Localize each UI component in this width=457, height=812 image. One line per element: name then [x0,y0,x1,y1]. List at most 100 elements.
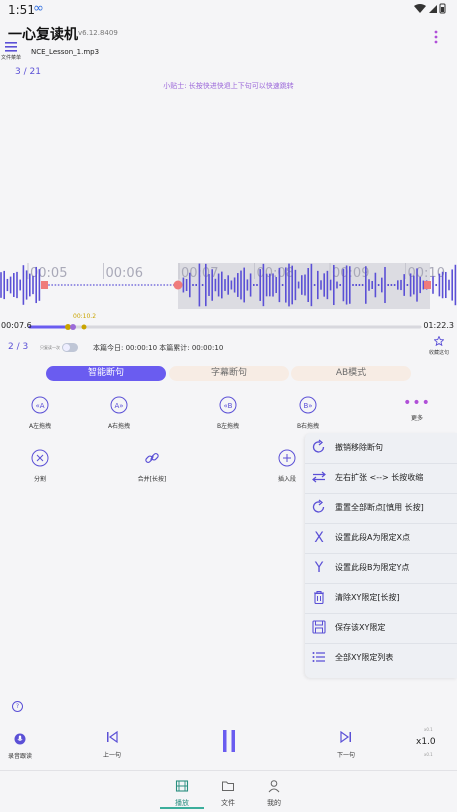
tab-smart-split[interactable]: 智能断句 [46,366,166,381]
link-icon [127,449,177,471]
previous-sentence-button[interactable]: 上一句 [96,729,128,759]
star-icon [425,335,453,349]
popup-item-label: 设置此段B为限定Y点 [335,563,410,572]
more-tools-button[interactable]: ••• 更多 [392,396,442,422]
svg-text:B»: B» [304,402,313,410]
more-tools-label: 更多 [410,415,423,422]
tab-subtitle-split[interactable]: 字幕断句 [169,366,289,381]
position-left: 00:07.6 [1,321,32,330]
time-label: 00:06 [106,266,143,281]
pause-icon [216,729,242,757]
b-right-icon: B» [283,396,333,418]
svg-text:«B: «B [224,402,233,410]
split-button[interactable]: 分割 [15,449,65,483]
expand-shrink-item[interactable]: 左右扩张 <--> 长按收缩 [305,463,457,494]
next-sentence-button[interactable]: 下一句 [330,729,362,759]
favorite-sentence-button[interactable]: 收藏这句 [425,335,453,356]
nav-files[interactable]: 文件 [208,778,248,808]
track-counter: 3 / 21 [15,67,41,77]
svg-text:X: X [314,530,324,545]
popup-item-label: 保存该XY限定 [335,623,386,632]
microphone-icon [2,730,38,749]
nav-divider [0,770,457,771]
file-menu-label[interactable]: 文件菜单 [1,54,21,61]
svg-text:Y: Y [314,560,324,575]
segment-a-marker[interactable] [173,280,183,290]
timeline-slider[interactable] [0,320,457,334]
b-right-label: B右拖拽 [296,423,320,430]
app-version: v6.12.8409 [78,29,118,37]
merge-button[interactable]: 合并[长按] [127,449,177,483]
list-icon [311,649,327,665]
a-left-icon: «A [15,396,65,418]
infinity-icon: ∞ [33,1,44,16]
nav-play[interactable]: 播放 [162,778,202,808]
undo-remove-split-item[interactable]: 撤销移除断句 [305,433,457,464]
more-dots-icon: ••• [403,395,431,411]
popup-item-label: 重置全部断点[慎用 长按] [335,503,424,512]
waveform[interactable]: 00:0500:0600:0700:0800:0900:10 [0,255,457,315]
favorite-label: 收藏这句 [428,350,449,356]
nav-mine-label: 我的 [267,799,281,807]
set-a-as-x-item[interactable]: X 设置此段A为限定X点 [305,523,457,554]
popup-item-label: 全部XY限定列表 [335,653,394,662]
marker-time: 00:10.2 [73,313,97,320]
b-left-label: B左拖拽 [216,423,240,430]
trash-icon [311,589,327,605]
segment-b-marker[interactable] [424,281,431,289]
record-label: 录音跟读 [7,753,32,760]
system-status-icons [413,3,447,17]
merge-label: 合并[长按] [137,476,167,483]
more-options-popup: 撤销移除断句 左右扩张 <--> 长按收缩 重置全部断点[慎用 长按] X 设置… [305,433,457,678]
help-icon[interactable]: ? [12,701,23,712]
next-label: 下一句 [336,752,355,759]
segment-end-marker[interactable] [41,281,48,289]
time-label: 00:09 [332,266,369,281]
split-label: 分割 [33,476,46,483]
status-bar: 1:51 ∞ [0,0,457,20]
set-b-as-y-item[interactable]: Y 设置此段B为限定Y点 [305,553,457,584]
b-right-drag-button[interactable]: B» B右拖拽 [283,396,333,430]
nav-files-label: 文件 [221,799,235,807]
repeat-once-label: 只复读一次 [40,345,60,350]
y-letter-icon: Y [311,559,327,576]
film-icon [162,778,202,797]
a-left-drag-button[interactable]: «A A左拖拽 [15,396,65,430]
clear-xy-item[interactable]: 清除XY限定[长按] [305,583,457,614]
speed-up-label[interactable]: x0.1 [424,727,433,732]
file-menu-icon[interactable] [4,39,18,53]
x-letter-icon: X [311,529,327,546]
swap-icon [311,469,327,485]
popup-item-label: 左右扩张 <--> 长按收缩 [335,473,424,482]
record-follow-button[interactable]: 录音跟读 [2,730,38,760]
previous-label: 上一句 [102,752,121,759]
person-icon [254,778,294,797]
tip-text: 小贴士: 长按快进快退上下句可以快速跳转 [163,82,294,90]
save-xy-item[interactable]: 保存该XY限定 [305,613,457,644]
speed-down-label[interactable]: x0.1 [424,752,433,757]
split-icon [15,449,65,471]
pause-button[interactable] [216,729,242,757]
skip-previous-icon [96,729,128,748]
save-icon [311,619,327,635]
a-left-label: A左拖拽 [28,423,52,430]
skip-next-icon [330,729,362,748]
a-right-icon: A» [94,396,144,418]
nav-mine[interactable]: 我的 [254,778,294,808]
repeat-once-toggle[interactable] [62,343,78,352]
popup-item-label: 清除XY限定[长按] [335,593,400,602]
svg-text:«A: «A [35,402,44,410]
listening-stats: 本篇今日: 00:00:10 本篇累计: 00:00:10 [93,344,224,352]
a-right-drag-button[interactable]: A» A右拖拽 [94,396,144,430]
undo-icon [311,439,327,455]
tab-ab-mode[interactable]: AB模式 [291,366,411,381]
playback-speed[interactable]: x1.0 [416,737,436,747]
more-vert-icon[interactable] [433,30,439,48]
xy-list-item[interactable]: 全部XY限定列表 [305,643,457,673]
reset-all-splits-item[interactable]: 重置全部断点[慎用 长按] [305,493,457,524]
svg-text:A»: A» [114,402,123,410]
current-file-name: NCE_Lesson_1.mp3 [31,48,100,56]
b-left-icon: «B [203,396,253,418]
b-left-drag-button[interactable]: «B B左拖拽 [203,396,253,430]
position-right: 01:22.3 [423,321,454,330]
